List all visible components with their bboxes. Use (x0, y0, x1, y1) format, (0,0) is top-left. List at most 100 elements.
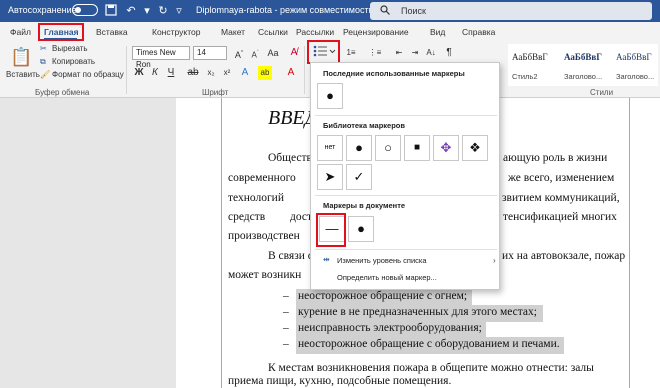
tab-layout[interactable]: Макет (221, 27, 245, 37)
styles-gallery: АаБбВвГ Стиль2 АаБбВвГ Заголово... АаБбВ… (508, 44, 658, 86)
strikethrough-icon[interactable]: ab (186, 66, 200, 80)
shrink-font-icon[interactable]: Aˇ (248, 46, 262, 60)
doc-line: современного (228, 172, 296, 184)
highlight-icon[interactable]: ab (258, 66, 272, 80)
bullet-option[interactable]: ● (317, 83, 343, 109)
left-margin-line (221, 98, 222, 388)
cut-icon: ✂ (40, 44, 47, 53)
tab-file[interactable]: Файл (10, 27, 31, 37)
autosave-label: Автосохранение (8, 5, 77, 15)
list-item: неосторожное обращение с оборудованием и… (298, 338, 560, 350)
save-icon[interactable] (104, 4, 118, 18)
cut-button[interactable]: Вырезать (52, 44, 88, 53)
numbering-icon[interactable]: 1≡ (344, 46, 358, 60)
style-item[interactable]: АаБбВвГ Заголово... (560, 44, 610, 86)
copy-button[interactable]: Копировать (52, 57, 95, 66)
subscript-icon[interactable]: x₂ (204, 66, 218, 80)
change-case-icon[interactable]: Aa (266, 46, 280, 60)
doc-line: производствен (228, 230, 300, 242)
doc-line: технологий (228, 192, 284, 204)
format-painter-button[interactable]: Формат по образцу (52, 70, 124, 79)
style-item[interactable]: АаБбВвГ Стиль2 (508, 44, 558, 86)
bullet-library-title: Библиотека маркеров (323, 121, 405, 130)
bullet-option[interactable]: ○ (375, 135, 401, 161)
right-margin-line (629, 98, 630, 388)
tab-view[interactable]: Вид (430, 27, 445, 37)
doc-line: приема пищи, кухню, подсобные помещения. (228, 375, 452, 387)
style-name: Заголово... (616, 72, 655, 81)
style-sample: АаБбВвГ (512, 52, 548, 62)
undo-icon[interactable]: ↶ (124, 4, 138, 18)
text-effects-icon[interactable]: A (238, 66, 252, 80)
format-painter-icon: 🖌 (40, 70, 51, 79)
customize-toolbar-icon[interactable]: ▿ (172, 4, 186, 18)
style-sample: АаБбВвГ (616, 52, 652, 62)
search-placeholder: Поиск (401, 6, 426, 16)
recent-bullets-title: Последние использованные маркеры (323, 69, 465, 78)
document-bullet-highlight (316, 213, 346, 247)
font-size-select[interactable]: 14 (193, 46, 227, 60)
define-new-bullet-item[interactable]: Определить новый маркер... (337, 273, 437, 282)
sort-icon[interactable]: A↓ (424, 46, 438, 60)
search-box[interactable]: Поиск (370, 2, 652, 20)
word-window: Автосохранение ↶ ▾ ↻ ▿ Diplomnaya-rabota… (0, 0, 660, 388)
divider (315, 195, 497, 196)
tab-help[interactable]: Справка (462, 27, 495, 37)
document-title: Diplomnaya-rabota - режим совместимости (196, 5, 374, 15)
divider (315, 249, 497, 250)
multilevel-list-icon[interactable]: ⋮≡ (368, 46, 382, 60)
bullet-option[interactable]: ❖ (462, 135, 488, 161)
list-dash: – (283, 290, 289, 302)
tab-insert[interactable]: Вставка (96, 27, 128, 37)
tab-references[interactable]: Ссылки (258, 27, 288, 37)
bullet-option[interactable]: ➤ (317, 164, 343, 190)
increase-indent-icon[interactable]: ⇥ (408, 46, 422, 60)
grow-font-icon[interactable]: A^ (232, 46, 246, 60)
title-bar: Автосохранение ↶ ▾ ↻ ▿ Diplomnaya-rabota… (0, 0, 660, 22)
list-item: неосторожное обращение с огнем; (298, 290, 468, 302)
bullet-option[interactable]: ✥ (433, 135, 459, 161)
redo-icon[interactable]: ↻ (156, 4, 170, 18)
ribbon-tabs: Файл Главная Вставка Конструктор Макет С… (0, 22, 660, 42)
autosave-toggle[interactable] (72, 4, 98, 16)
tab-review[interactable]: Рецензирование (343, 27, 409, 37)
clear-formatting-icon[interactable]: A̸ (287, 46, 301, 60)
bullet-option-none[interactable]: нет (317, 135, 343, 161)
change-list-level-item[interactable]: Изменить уровень списка (337, 256, 427, 265)
superscript-icon[interactable]: x² (220, 66, 234, 80)
chevron-right-icon: › (493, 256, 496, 265)
bold-icon[interactable]: Ж (132, 66, 146, 80)
bullet-option[interactable]: ● (346, 135, 372, 161)
font-name-select[interactable]: Times New Ron (132, 46, 190, 69)
underline-icon[interactable]: Ч (164, 66, 178, 80)
tab-design[interactable]: Конструктор (152, 27, 200, 37)
list-dash: – (283, 306, 289, 318)
doc-line: тенсификацией многих (503, 211, 617, 223)
paste-icon[interactable]: 📋 (10, 46, 32, 68)
bullet-option[interactable]: ■ (404, 135, 430, 161)
style-name: Заголово... (564, 72, 603, 81)
group-separator (126, 46, 127, 94)
doc-line: К местам возникновения пожара в общепите… (268, 362, 594, 374)
italic-icon[interactable]: К (148, 66, 162, 80)
style-sample: АаБбВвГ (564, 52, 602, 62)
doc-line: их на автовокзале, пожар (502, 250, 626, 262)
bullet-option[interactable]: ✓ (346, 164, 372, 190)
pilcrow-icon[interactable]: ¶ (442, 46, 456, 60)
doc-line: же всего, изменением (508, 172, 615, 184)
list-item: курение в не предназначенных для этого м… (298, 306, 537, 318)
tab-mailings[interactable]: Рассылки (296, 27, 334, 37)
font-color-icon[interactable]: A (284, 66, 298, 80)
clipboard-group-label: Буфер обмена (35, 88, 90, 97)
style-item[interactable]: АаБбВвГ Заголово... (612, 44, 660, 86)
paste-button[interactable]: Вставить (6, 70, 40, 79)
bullets-dropdown: Последние использованные маркеры ● Библи… (310, 62, 500, 290)
font-group-label: Шрифт (202, 88, 229, 97)
bullet-option[interactable]: ● (348, 216, 374, 242)
bullets-button-highlight (307, 40, 340, 64)
dropdown-arrow-icon[interactable]: ▾ (140, 4, 154, 18)
group-separator (304, 46, 305, 94)
document-bullets-title: Маркеры в документе (323, 201, 406, 210)
doc-line: может возникн (228, 269, 302, 281)
decrease-indent-icon[interactable]: ⇤ (392, 46, 406, 60)
